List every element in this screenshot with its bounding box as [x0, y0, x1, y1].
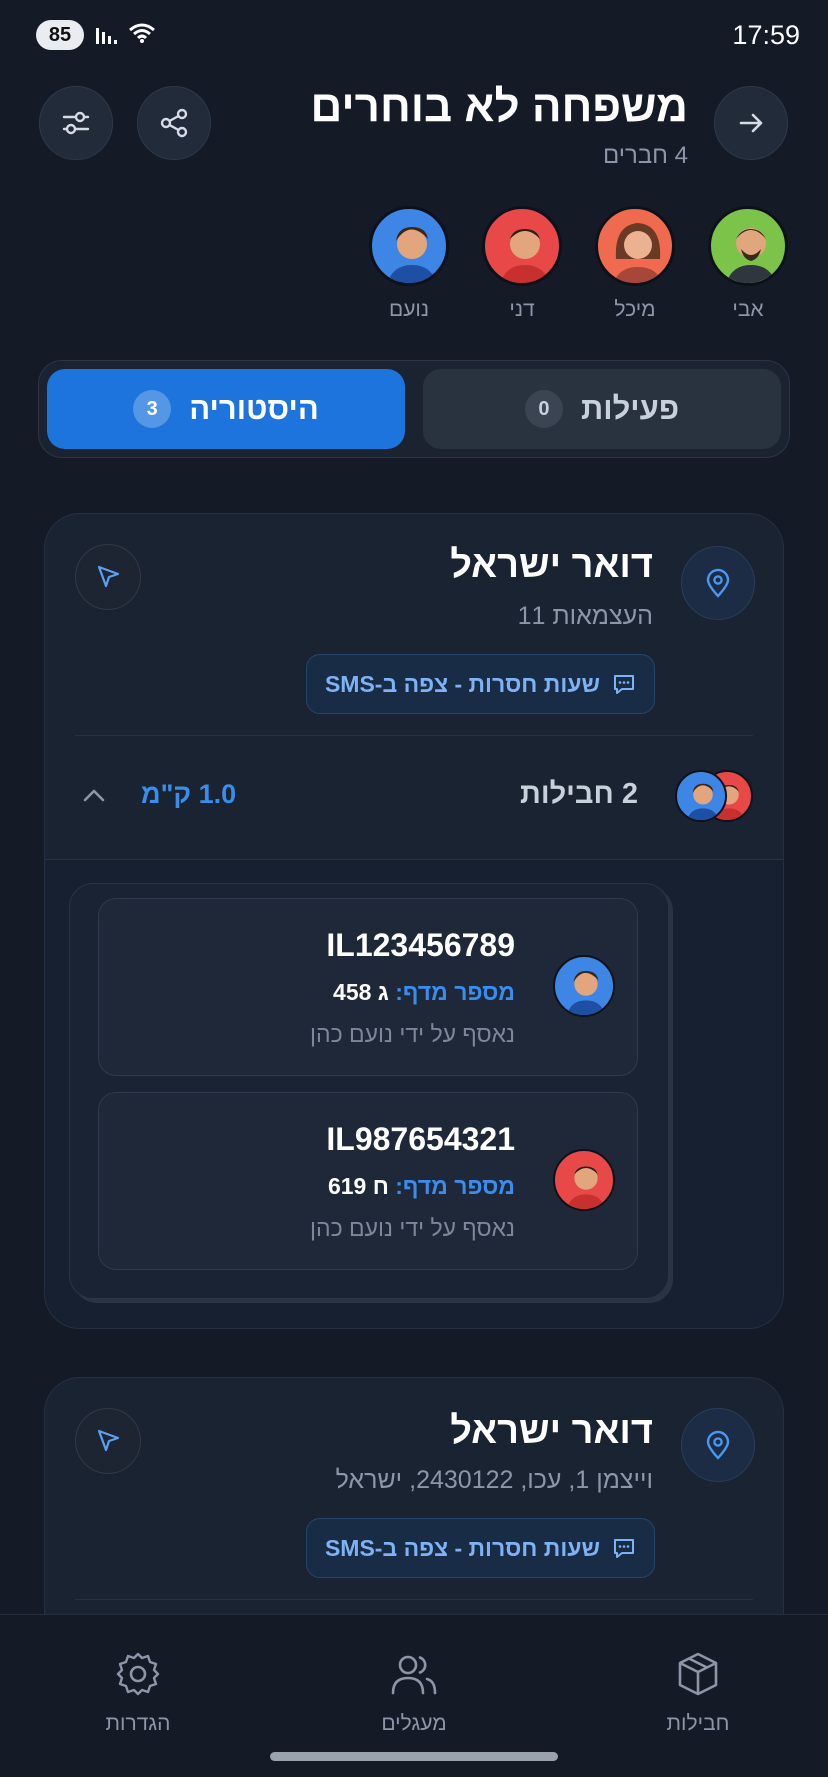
battery-indicator: 85	[36, 20, 84, 50]
shelf-value: ג 458	[333, 979, 389, 1005]
member-name: מיכל	[614, 298, 656, 321]
avatar	[675, 770, 727, 822]
nav-settings[interactable]: הגדרות	[48, 1649, 228, 1736]
location-button[interactable]	[681, 546, 755, 620]
tab-bar: פעילות 0 היסטוריה 3	[38, 360, 790, 458]
tab-label: היסטוריה	[189, 391, 319, 426]
avatar	[369, 206, 449, 286]
member-dani[interactable]: דני	[480, 206, 564, 322]
filter-button[interactable]	[39, 86, 113, 160]
location-title: דואר ישראל	[450, 544, 653, 586]
shelf-number: מספר מדף: ח 619	[328, 1173, 515, 1200]
package-icon	[678, 1652, 718, 1696]
navigation-arrow-icon	[97, 565, 120, 588]
home-indicator	[270, 1752, 558, 1761]
nav-circles[interactable]: מעגלים	[324, 1649, 504, 1736]
packages-list: IL123456789 מספר מדף: ג 458 נאסף על ידי …	[45, 859, 783, 1328]
shelf-label: מספר מדף:	[395, 1173, 515, 1199]
packages-panel: IL123456789 מספר מדף: ג 458 נאסף על ידי …	[69, 883, 669, 1299]
collected-by: נאסף על ידי נועם כהן	[310, 1021, 515, 1047]
nav-label: מעגלים	[381, 1712, 447, 1735]
location-button[interactable]	[681, 1408, 755, 1482]
map-pin-icon	[706, 1430, 730, 1460]
tab-label: פעילות	[580, 391, 680, 426]
sliders-icon	[62, 111, 90, 135]
navigate-button[interactable]	[75, 1408, 141, 1474]
tab-activity[interactable]: פעילות 0	[423, 369, 781, 449]
signal-icon	[96, 24, 120, 49]
share-button[interactable]	[137, 86, 211, 160]
packages-count: 2 חבילות	[520, 778, 638, 810]
sms-hours-text: שעות חסרות - צפה ב-SMS	[324, 670, 600, 697]
map-pin-icon	[706, 568, 730, 598]
packages-toggle-row[interactable]: 2 חבילות 1.0 ק"מ	[45, 736, 783, 856]
shelf-value: ח 619	[327, 1173, 389, 1199]
tab-history[interactable]: היסטוריה 3	[47, 369, 405, 449]
member-noam[interactable]: נועם	[367, 206, 451, 322]
location-card: דואר ישראל העצמאות 11 שעות חסרות - צפה ב…	[44, 513, 784, 1329]
divider	[45, 859, 783, 860]
member-name: דני	[509, 298, 535, 321]
status-time: 17:59	[732, 20, 800, 50]
share-icon	[160, 108, 188, 138]
avatar	[553, 1149, 615, 1211]
page-title: משפחה לא בוחרים	[310, 82, 688, 131]
location-address: וייצמן 1, עכו, 2430122, ישראל	[335, 1466, 653, 1494]
avatar	[482, 206, 562, 286]
navigation-arrow-icon	[97, 1429, 120, 1452]
gear-icon	[116, 1652, 160, 1696]
location-address: העצמאות 11	[517, 602, 653, 630]
tab-count-badge: 0	[524, 390, 563, 428]
member-michal[interactable]: מיכל	[593, 206, 677, 322]
member-count: 4 חברים	[602, 142, 688, 169]
distance: 1.0 ק"מ	[141, 779, 237, 809]
package-item[interactable]: IL123456789 מספר מדף: ג 458 נאסף על ידי …	[98, 898, 638, 1076]
message-icon	[614, 675, 634, 694]
sms-hours-text: שעות חסרות - צפה ב-SMS	[324, 1534, 600, 1561]
tracking-number: IL987654321	[326, 1121, 515, 1157]
nav-packages[interactable]: חבילות	[608, 1649, 788, 1736]
package-item[interactable]: IL987654321 מספר מדף: ח 619 נאסף על ידי …	[98, 1092, 638, 1270]
divider	[75, 1599, 753, 1600]
nav-label: חבילות	[666, 1712, 730, 1735]
tab-count-badge: 3	[133, 390, 172, 428]
users-icon	[391, 1655, 437, 1695]
message-icon	[614, 1539, 634, 1558]
chevron-up-icon	[81, 782, 107, 813]
collected-by: נאסף על ידי נועם כהן	[310, 1215, 515, 1241]
shelf-number: מספר מדף: ג 458	[333, 979, 515, 1006]
location-title: דואר ישראל	[450, 1410, 653, 1452]
sms-hours-chip[interactable]: שעות חסרות - צפה ב-SMS	[305, 654, 655, 714]
avatar	[553, 955, 615, 1017]
wifi-icon	[128, 22, 156, 49]
back-button[interactable]	[714, 86, 788, 160]
arrow-right-icon	[739, 113, 763, 133]
navigate-button[interactable]	[75, 544, 141, 610]
member-name: נועם	[388, 298, 430, 321]
member-avi[interactable]: אבי	[706, 206, 790, 322]
sms-hours-chip[interactable]: שעות חסרות - צפה ב-SMS	[305, 1518, 655, 1578]
avatar	[708, 206, 788, 286]
tracking-number: IL123456789	[326, 927, 515, 963]
shelf-label: מספר מדף:	[395, 979, 515, 1005]
nav-label: הגדרות	[105, 1712, 171, 1735]
avatar	[595, 206, 675, 286]
member-name: אבי	[732, 298, 764, 321]
